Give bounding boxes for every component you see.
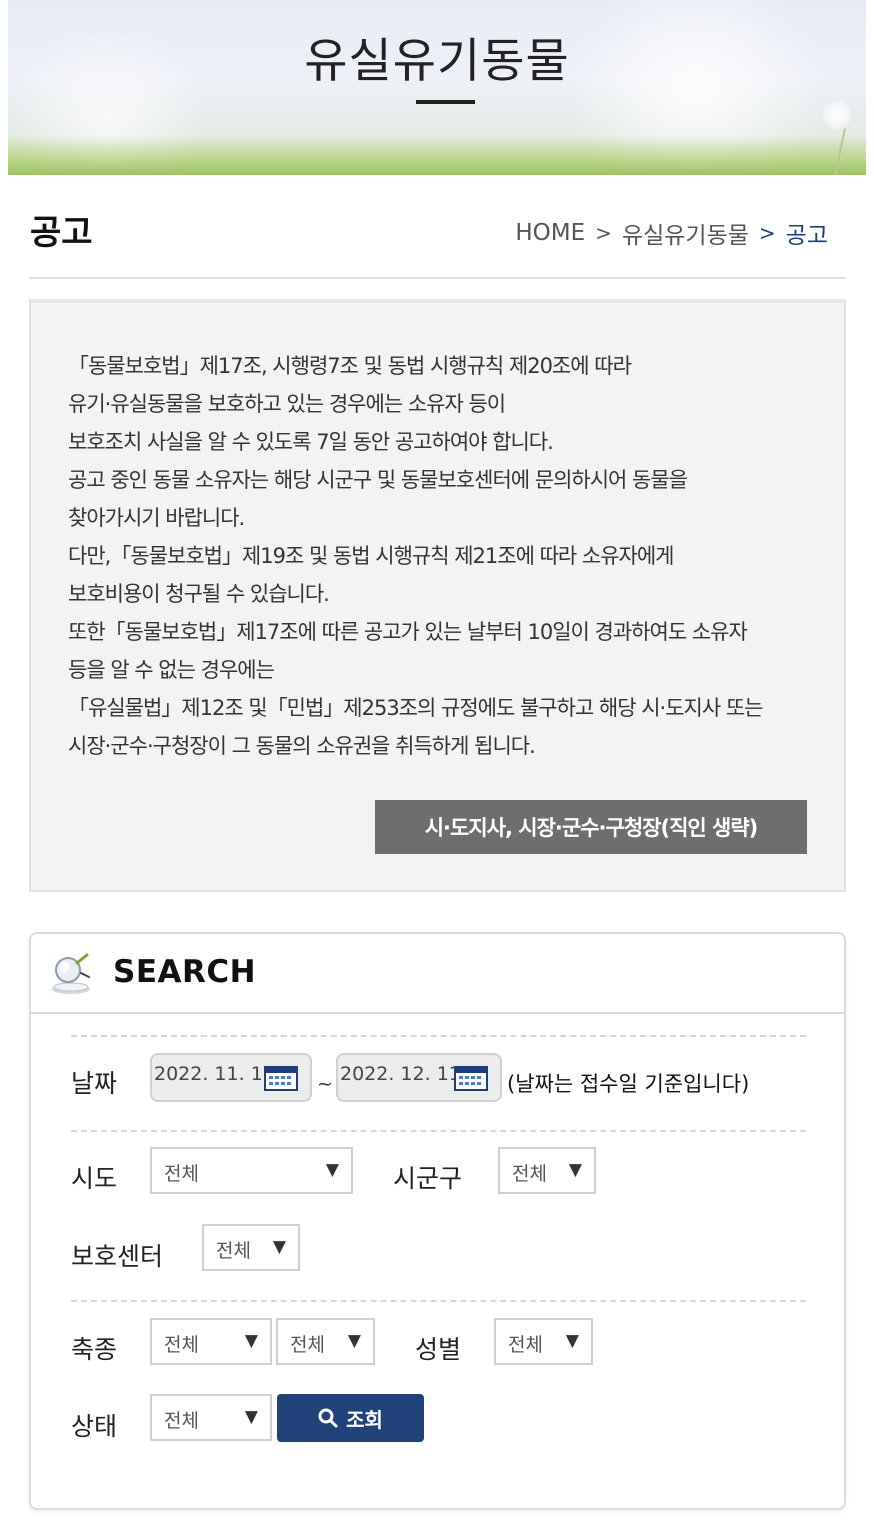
- notice-line: 보호비용이 청구될 수 있습니다.: [68, 582, 330, 606]
- search-title: SEARCH: [113, 954, 257, 990]
- sigungu-select[interactable]: 전체 ▼: [498, 1147, 596, 1194]
- search-button[interactable]: 조회: [277, 1394, 424, 1442]
- breadcrumb-separator: >: [595, 221, 612, 245]
- status-select[interactable]: 전체 ▼: [150, 1394, 272, 1441]
- calendar-icon[interactable]: [454, 1065, 488, 1091]
- sex-value: 전체: [508, 1334, 543, 1356]
- dashed-divider: [71, 1300, 806, 1302]
- breadcrumb: HOME > 유실유기동물 > 공고: [515, 216, 828, 250]
- species-label: 축종: [71, 1335, 118, 1364]
- date-to-input[interactable]: 2022. 12. 11: [336, 1053, 502, 1102]
- notice-box: 「동물보호법」제17조, 시행령7조 및 동법 시행규칙 제20조에 따라 유기…: [29, 299, 846, 892]
- breadcrumb-separator: >: [758, 221, 776, 245]
- dandelion-icon: [822, 100, 852, 130]
- sido-label: 시도: [71, 1164, 118, 1193]
- sido-value: 전체: [164, 1163, 199, 1185]
- date-from-value: 2022. 11. 11: [154, 1063, 275, 1085]
- notice-line: 보호조치 사실을 알 수 있도록 7일 동안 공고하여야 합니다.: [68, 430, 554, 454]
- magnifier-icon: [52, 953, 90, 994]
- date-range-separator: ~: [317, 1073, 333, 1095]
- chevron-down-icon: ▼: [244, 1407, 258, 1427]
- search-button-label: 조회: [346, 1407, 383, 1432]
- date-to-value: 2022. 12. 11: [340, 1063, 461, 1085]
- shelter-label: 보호센터: [71, 1242, 164, 1271]
- notice-signature: 시·도지사, 시장·군수·구청장(직인 생략): [375, 800, 807, 854]
- breadcrumb-home[interactable]: HOME: [515, 220, 585, 246]
- page-title: 공고: [30, 213, 93, 253]
- hero-banner: 유실유기동물: [8, 0, 866, 175]
- banner-underline: [416, 100, 475, 104]
- chevron-down-icon: ▼: [568, 1160, 582, 1180]
- status-label: 상태: [71, 1412, 118, 1441]
- species-select[interactable]: 전체 ▼: [150, 1318, 272, 1365]
- header-divider: [29, 277, 846, 279]
- notice-line: 또한「동물보호법」제17조에 따른 공고가 있는 날부터 10일이 경과하여도 …: [68, 620, 748, 644]
- species-value: 전체: [164, 1334, 199, 1356]
- notice-line: 등을 알 수 없는 경우에는: [68, 658, 275, 682]
- notice-line: 찾아가시기 바랍니다.: [68, 506, 245, 530]
- status-value: 전체: [164, 1410, 199, 1432]
- breadcrumb-lost-animals[interactable]: 유실유기동물: [622, 216, 749, 250]
- breadcrumb-current[interactable]: 공고: [786, 216, 828, 250]
- chevron-down-icon: ▼: [244, 1331, 258, 1351]
- search-panel: SEARCH 날짜 2022. 11. 11 ~ 2022. 12. 11 (날…: [29, 932, 846, 1510]
- notice-line: 공고 중인 동물 소유자는 해당 시군구 및 동물보호센터에 문의하시어 동물을: [68, 468, 688, 492]
- dashed-divider: [71, 1130, 806, 1132]
- sex-label: 성별: [415, 1335, 462, 1364]
- date-note: (날짜는 접수일 기준입니다): [507, 1072, 750, 1096]
- calendar-icon[interactable]: [264, 1065, 298, 1091]
- breed-select[interactable]: 전체 ▼: [276, 1318, 375, 1365]
- search-icon: [318, 1408, 338, 1428]
- breed-value: 전체: [290, 1334, 325, 1356]
- search-header: SEARCH: [31, 934, 844, 1014]
- notice-line: 다만,「동물보호법」제19조 및 동법 시행규칙 제21조에 따라 소유자에게: [68, 544, 675, 568]
- banner-grass: [8, 135, 866, 175]
- shelter-select[interactable]: 전체 ▼: [202, 1224, 300, 1271]
- chevron-down-icon: ▼: [272, 1237, 286, 1257]
- chevron-down-icon: ▼: [565, 1331, 579, 1351]
- banner-title: 유실유기동물: [304, 34, 570, 89]
- sex-select[interactable]: 전체 ▼: [494, 1318, 593, 1365]
- sido-select[interactable]: 전체 ▼: [150, 1147, 353, 1194]
- dashed-divider: [71, 1035, 806, 1037]
- sigungu-value: 전체: [512, 1163, 547, 1185]
- sigungu-label: 시군구: [393, 1164, 463, 1193]
- notice-line: 「유실물법」제12조 및「민법」제253조의 규정에도 불구하고 해당 시·도지…: [68, 696, 764, 720]
- chevron-down-icon: ▼: [347, 1331, 361, 1351]
- shelter-value: 전체: [216, 1240, 251, 1262]
- notice-line: 시장·군수·구청장이 그 동물의 소유권을 취득하게 됩니다.: [68, 734, 536, 758]
- date-label: 날짜: [71, 1069, 118, 1098]
- notice-line: 「동물보호법」제17조, 시행령7조 및 동법 시행규칙 제20조에 따라: [68, 354, 632, 378]
- date-from-input[interactable]: 2022. 11. 11: [150, 1053, 312, 1102]
- notice-text: 「동물보호법」제17조, 시행령7조 및 동법 시행규칙 제20조에 따라 유기…: [68, 347, 818, 765]
- notice-line: 유기·유실동물을 보호하고 있는 경우에는 소유자 등이: [68, 392, 506, 416]
- chevron-down-icon: ▼: [325, 1160, 339, 1180]
